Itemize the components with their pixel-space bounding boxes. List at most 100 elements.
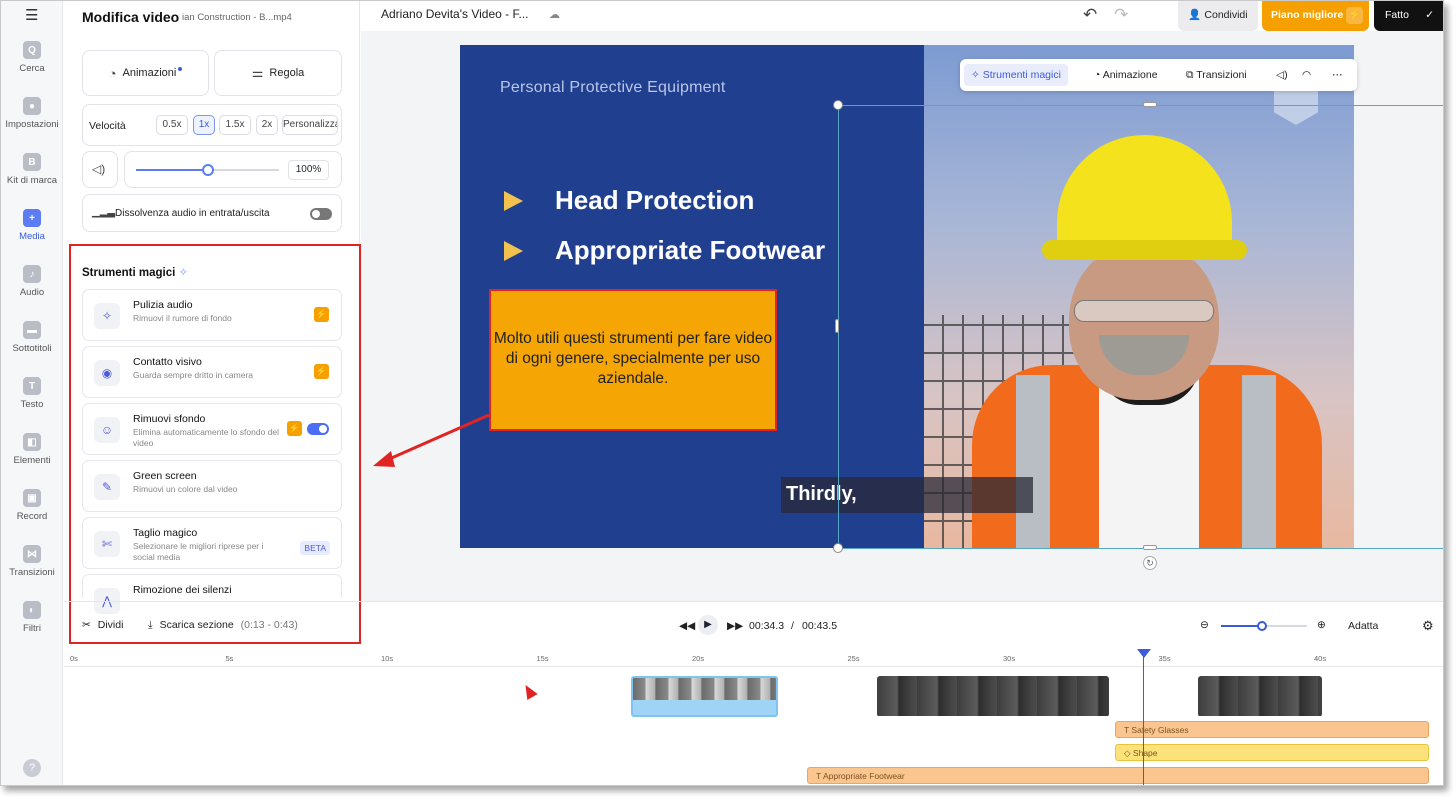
share-button[interactable]: 👤 Condividi <box>1178 1 1258 31</box>
sidebar-item-kit-di-marca[interactable]: B Kit di marca <box>1 153 63 186</box>
check-icon: ✓ <box>1425 9 1434 21</box>
hamburger-icon[interactable]: ☰ <box>25 6 38 24</box>
presenter-video[interactable] <box>924 45 1354 548</box>
fit-button[interactable]: Adatta <box>1348 620 1378 632</box>
timeline-settings-icon[interactable]: ⚙ <box>1422 618 1434 634</box>
timeline-tick-label: 25s <box>847 654 860 663</box>
timeline-tick-label: 10s <box>381 654 394 663</box>
video-clip[interactable] <box>877 676 1109 717</box>
speed-option[interactable]: 0.5x <box>156 115 188 135</box>
rewind-icon[interactable]: ◀◀ <box>679 620 695 632</box>
caption-text[interactable]: Thirdly, <box>786 483 857 506</box>
resize-handle[interactable] <box>1143 545 1157 550</box>
clip-thumbnails <box>877 676 1109 716</box>
sparkle-icon: ✧ <box>971 69 980 81</box>
sidebar-item-record[interactable]: ▣ Record <box>1 489 63 522</box>
music-icon: ♪ <box>23 265 41 283</box>
sidebar-item-elementi[interactable]: ◧ Elementi <box>1 433 63 466</box>
video-clip-selected[interactable] <box>631 676 778 717</box>
volume-icon[interactable]: ◁) <box>1276 64 1288 86</box>
text-icon: T <box>1124 725 1130 735</box>
speed-option[interactable]: 1.5x <box>219 115 251 135</box>
left-rail: ☰ Q Cerca ● Impostazioni B Kit di marca + Media… <box>1 1 63 785</box>
playhead[interactable] <box>1143 649 1144 785</box>
undo-icon[interactable]: ↶ <box>1083 5 1097 25</box>
redo-icon[interactable]: ↷ <box>1114 5 1128 25</box>
transitions-icon: ⧉ <box>1186 69 1194 81</box>
zoom-slider-fill <box>1221 625 1261 627</box>
done-button[interactable]: Fatto ✓ <box>1374 1 1443 31</box>
text-track-item[interactable]: T Safety Glasses <box>1115 721 1429 738</box>
sidebar-item-label: Sottotitoli <box>12 343 52 354</box>
sidebar-item-label: Testo <box>20 399 44 410</box>
slide-heading: Personal Protective Equipment <box>500 79 726 96</box>
cloud-saved-icon: ☁ <box>549 9 560 21</box>
resize-handle[interactable] <box>833 100 843 110</box>
elements-icon: ◧ <box>23 433 41 451</box>
more-options-icon[interactable]: ⋯ <box>1332 64 1343 86</box>
sidebar-item-transizioni[interactable]: ⋈ Transizioni <box>1 545 63 578</box>
resize-handle[interactable] <box>835 319 839 333</box>
volume-button[interactable]: ◁) <box>82 151 118 188</box>
track-label: Safety Glasses <box>1131 725 1189 735</box>
sidebar-item-filtri[interactable]: ◐ Filtri <box>1 601 63 634</box>
sidebar-item-sottotitoli[interactable]: ▬ Sottotitoli <box>1 321 63 354</box>
current-time: 00:34.3 <box>749 620 785 632</box>
text-track-item[interactable]: T Appropriate Footwear <box>807 767 1429 784</box>
forward-icon[interactable]: ▶▶ <box>727 620 743 632</box>
share-label: Condividi <box>1204 9 1248 21</box>
mouse-cursor-icon <box>520 681 538 701</box>
vest-stripe <box>1016 375 1050 548</box>
video-title[interactable]: Adriano Devita's Video - F... <box>381 7 528 21</box>
resize-handle[interactable] <box>1143 102 1157 107</box>
shape-track-item[interactable]: ◇ Shape <box>1115 744 1429 761</box>
plan-label: Piano migliore <box>1271 9 1344 21</box>
file-name: ian Construction - B...mp4 <box>182 12 292 23</box>
sidebar-item-label: Elementi <box>13 455 51 466</box>
sidebar-item-media[interactable]: + Media <box>1 209 63 242</box>
clip-thumbnails <box>633 678 776 700</box>
upgrade-plan-button[interactable]: Piano migliore ⚡ <box>1262 1 1369 31</box>
sidebar-item-cerca[interactable]: Q Cerca <box>1 41 63 74</box>
shape-icon: ◇ <box>1124 748 1131 758</box>
rotate-icon[interactable]: ↻ <box>1143 556 1157 570</box>
zoom-in-icon[interactable]: ⊕ <box>1317 619 1326 631</box>
timeline-tick-label: 30s <box>1003 654 1016 663</box>
volume-value[interactable]: 100% <box>288 160 329 180</box>
bullet-text: Appropriate Footwear <box>555 235 826 265</box>
zoom-slider-knob[interactable] <box>1257 621 1267 631</box>
sidebar-item-impostazioni[interactable]: ● Impostazioni <box>1 97 63 130</box>
transitions-button[interactable]: ⧉ Transizioni <box>1186 64 1247 86</box>
new-indicator <box>178 67 183 71</box>
video-clip[interactable] <box>1198 676 1322 717</box>
animation-icon: ◔ <box>108 65 117 81</box>
app-window: ☰ Q Cerca ● Impostazioni B Kit di marca + Media… <box>0 0 1444 786</box>
help-icon[interactable]: ? <box>23 759 41 777</box>
timeline-ruler[interactable] <box>64 649 1443 667</box>
adjust-label: Regola <box>269 67 305 79</box>
resize-handle[interactable] <box>833 543 843 553</box>
brand-kit-icon: B <box>23 153 41 171</box>
fade-toggle[interactable] <box>310 208 332 220</box>
volume-slider-knob[interactable] <box>202 164 214 176</box>
adjust-button[interactable]: ⚌ Regola <box>214 50 342 96</box>
play-button[interactable]: ▶ <box>698 615 718 635</box>
playhead-handle[interactable] <box>1137 649 1151 658</box>
selection-border <box>838 548 1443 549</box>
transitions-label: Transizioni <box>1196 69 1247 81</box>
animations-button[interactable]: ◔ Animazioni <box>82 50 209 96</box>
sidebar-item-testo[interactable]: T Testo <box>1 377 63 410</box>
animations-label: Animazioni <box>122 67 177 79</box>
animation-button[interactable]: ◔ Animazione <box>1094 64 1158 86</box>
speed-option[interactable]: 2x <box>256 115 278 135</box>
zoom-out-icon[interactable]: ⊖ <box>1200 619 1209 631</box>
track-label: Shape <box>1132 748 1158 758</box>
magic-tools-button[interactable]: ✧ Strumenti magici <box>964 64 1068 86</box>
speed-option[interactable]: Personalizza <box>282 115 338 135</box>
record-icon: ▣ <box>23 489 41 507</box>
sidebar-item-audio[interactable]: ♪ Audio <box>1 265 63 298</box>
timeline-tick-label: 15s <box>536 654 549 663</box>
bullet-triangle <box>504 241 523 261</box>
speed-option[interactable]: 1x <box>193 115 215 135</box>
speed-gauge-icon[interactable]: ◠ <box>1302 64 1311 86</box>
